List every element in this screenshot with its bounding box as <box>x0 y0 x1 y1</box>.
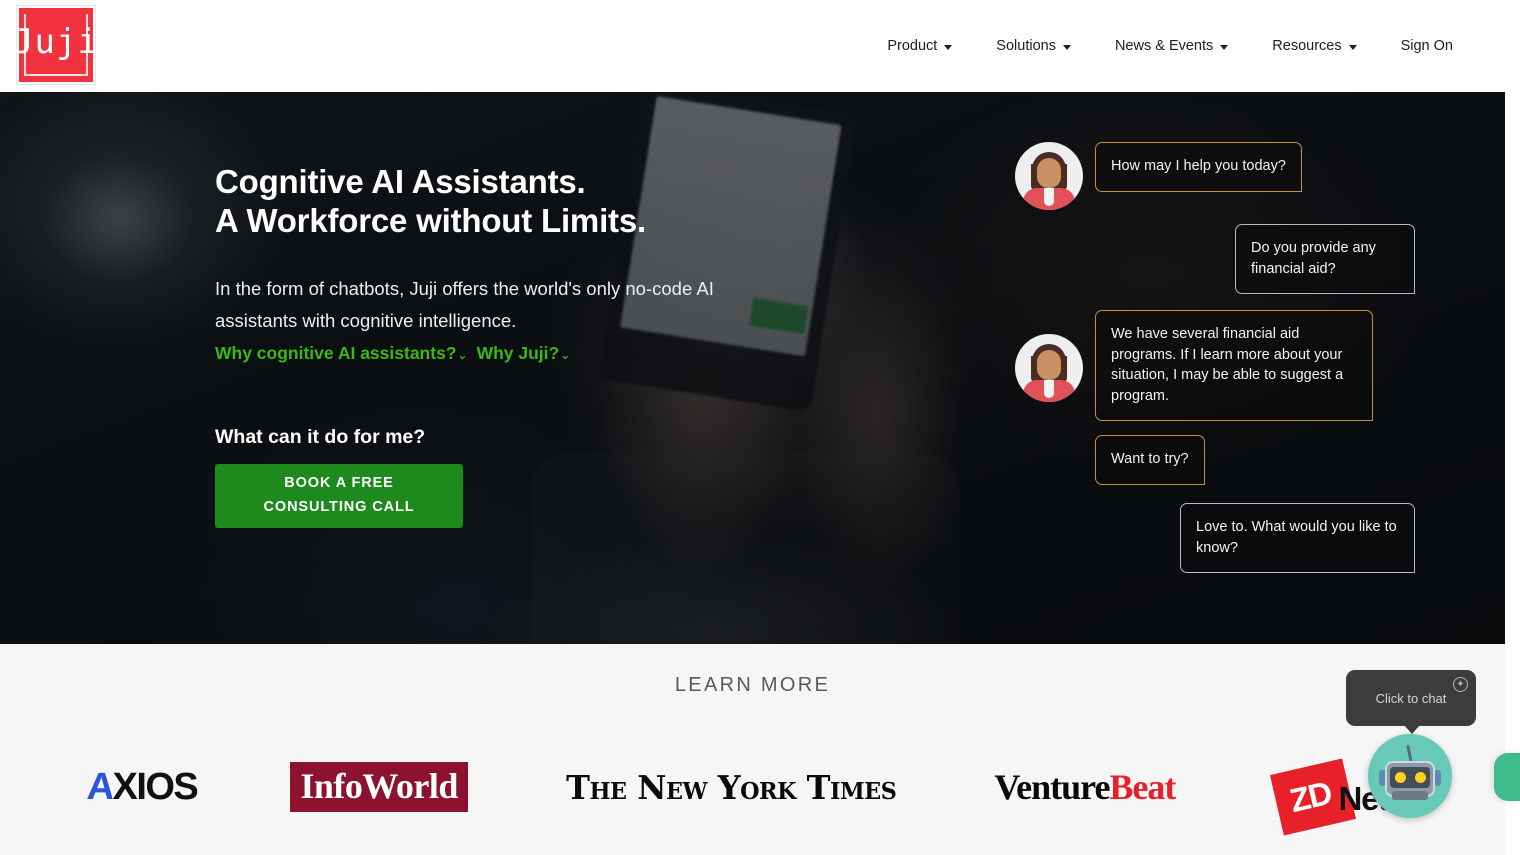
nav-item-news-events[interactable]: News & Events <box>1093 38 1250 54</box>
click-to-chat-tooltip[interactable]: Click to chat ✦ <box>1346 670 1476 734</box>
infoworld-logo: InfoWorld <box>290 762 468 812</box>
learn-more-section: LEARN MORE A XIOS InfoWorld The New York … <box>0 644 1505 855</box>
avatar <box>1015 142 1083 210</box>
arrow-icon: ⌄ <box>560 347 571 362</box>
site-header: Juji Product Solutions News & Events Res… <box>0 0 1505 92</box>
robot-avatar-icon[interactable] <box>1368 734 1452 818</box>
hero-title-line2: A Workforce without Limits. <box>215 202 646 240</box>
chevron-down-icon <box>1062 45 1071 50</box>
side-feedback-tab[interactable] <box>1494 753 1520 801</box>
nav-item-sign-on[interactable]: Sign On <box>1379 38 1475 54</box>
juji-logo[interactable]: Juji <box>13 6 99 84</box>
learn-more-title: LEARN MORE <box>674 674 831 696</box>
press-logos: A XIOS InfoWorld The New York Times Ventu… <box>0 732 1505 842</box>
arrow-icon: ⌄ <box>457 347 468 362</box>
chat-row: Do you provide any financial aid? <box>1015 224 1415 295</box>
axios-a: A <box>85 765 114 808</box>
chat-bubble-bot: Want to try? <box>1095 435 1205 486</box>
nav-label-resources: Resources <box>1272 38 1342 54</box>
hero-title: Cognitive AI Assistants. A Workforce wit… <box>215 162 755 241</box>
chat-demo: How may I help you today? Do you provide… <box>1015 142 1415 587</box>
cta-line-1: BOOK A FREE <box>284 475 394 492</box>
chevron-down-icon <box>1348 45 1357 50</box>
brand-new-york-times[interactable]: The New York Times <box>561 757 901 817</box>
nav-label-solutions: Solutions <box>996 38 1056 54</box>
main-nav: Product Solutions News & Events Resource… <box>865 0 1475 92</box>
axios-logo: A XIOS <box>85 765 199 809</box>
nav-label-news-events: News & Events <box>1114 38 1214 54</box>
robot-mouth-icon <box>1392 791 1428 800</box>
hero-section: Cognitive AI Assistants. A Workforce wit… <box>0 92 1505 644</box>
chevron-down-icon <box>1220 45 1229 50</box>
axios-rest: XIOS <box>112 765 198 808</box>
link-why-juji[interactable]: Why Juji?⌄ <box>477 343 571 364</box>
book-free-consulting-call-button[interactable]: BOOK A FREE CONSULTING CALL <box>215 463 463 528</box>
brand-axios[interactable]: A XIOS <box>85 757 199 817</box>
hero-links: Why cognitive AI assistants?⌄ Why Juji?⌄ <box>215 343 755 364</box>
hero-subtitle: In the form of chatbots, Juji offers the… <box>215 277 714 331</box>
page-right-margin <box>1505 0 1520 855</box>
chevron-down-icon <box>944 45 953 50</box>
link-why-cognitive-ai-assistants[interactable]: Why cognitive AI assistants?⌄ <box>215 343 468 364</box>
brand-venturebeat[interactable]: VentureBeat <box>994 757 1176 817</box>
chat-bubble-user: Love to. What would you like to know? <box>1180 503 1415 574</box>
logo-text: Juji <box>13 22 99 62</box>
hero-content: Cognitive AI Assistants. A Workforce wit… <box>215 162 755 528</box>
cta-line-2: CONSULTING CALL <box>263 498 415 515</box>
brand-infoworld[interactable]: InfoWorld <box>290 757 468 817</box>
nyt-logo: The New York Times <box>566 767 897 807</box>
hero-question: What can it do for me? <box>215 425 426 448</box>
tooltip-label: Click to chat <box>1375 690 1447 706</box>
vb-venture: Venture <box>994 767 1110 807</box>
robot-eyes-icon <box>1390 767 1430 788</box>
robot-ear-right-icon <box>1434 770 1441 786</box>
nav-label-sign-on: Sign On <box>1400 38 1453 54</box>
page-root: Juji Product Solutions News & Events Res… <box>0 0 1520 855</box>
chat-row: Want to try? <box>1015 435 1415 486</box>
chat-bubble-bot: How may I help you today? <box>1095 142 1302 192</box>
venturebeat-logo: VentureBeat <box>994 766 1176 808</box>
nav-item-resources[interactable]: Resources <box>1250 38 1378 54</box>
chat-widget: Click to chat ✦ <box>1346 670 1476 818</box>
chat-row: How may I help you today? <box>1015 142 1415 210</box>
hero-title-line1: Cognitive AI Assistants. <box>215 163 586 200</box>
nav-label-product: Product <box>887 38 938 54</box>
nav-item-product[interactable]: Product <box>865 38 974 54</box>
chat-row: Love to. What would you like to know? <box>1015 503 1415 574</box>
logo-frame: Juji <box>13 14 99 76</box>
chat-bubble-bot: We have several financial aid programs. … <box>1095 310 1373 422</box>
link-label-2: Why Juji? <box>476 342 560 363</box>
vb-beat: Beat <box>1109 767 1176 807</box>
close-icon[interactable]: ✦ <box>1453 677 1468 692</box>
avatar <box>1015 334 1083 403</box>
chat-bubble-user: Do you provide any financial aid? <box>1235 224 1415 295</box>
avatar-spacer <box>1015 435 1083 436</box>
link-label-1: Why cognitive AI assistants? <box>215 342 457 363</box>
chat-row: We have several financial aid programs. … <box>1015 310 1415 422</box>
nav-item-solutions[interactable]: Solutions <box>974 38 1093 54</box>
